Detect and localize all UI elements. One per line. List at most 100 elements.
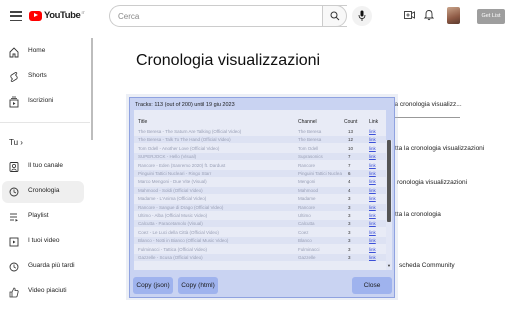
youtube-logo[interactable]: YouTube IT: [29, 10, 85, 21]
table-header: Title Channel Count Link: [134, 119, 386, 127]
sidebar-item-home[interactable]: Home: [0, 41, 90, 63]
tracks-table: Title Channel Count Link The Beresa - Th…: [134, 110, 386, 270]
track-link[interactable]: link: [369, 213, 376, 218]
track-channel: Pinguini Tattici Nucleari: [298, 171, 342, 176]
track-link[interactable]: link: [369, 154, 376, 159]
track-link[interactable]: link: [369, 205, 376, 210]
track-title: The Beresa - Talk To The Hand (Official …: [138, 137, 231, 143]
search-button[interactable]: [322, 5, 347, 27]
table-row: Rancore - Sangue di Drago (Official Vide…: [134, 203, 386, 211]
table-row: The Beresa - Talk To The Hand (Official …: [134, 136, 386, 144]
sidebar-section-you[interactable]: Tu ›: [9, 138, 23, 147]
sidebar-item-playlist[interactable]: Playlist: [0, 206, 90, 228]
track-link[interactable]: link: [369, 129, 376, 134]
track-link[interactable]: link: [369, 188, 376, 193]
hamburger-menu-icon[interactable]: [10, 11, 22, 21]
sidebar-item-shorts[interactable]: Shorts: [0, 66, 90, 88]
track-count: 3: [348, 229, 351, 235]
track-count: 3: [348, 196, 351, 202]
sidebar-item-label: Guarda più tardi: [28, 262, 75, 269]
column-count: Count: [344, 119, 358, 125]
sidebar-item-your-videos[interactable]: I tuoi video: [0, 231, 90, 253]
copy-html-button[interactable]: Copy (html): [178, 277, 218, 294]
close-button[interactable]: Close: [352, 277, 392, 294]
search-input[interactable]: Cerca: [109, 5, 347, 27]
sidebar-item-watch-later[interactable]: Guarda più tardi: [0, 256, 90, 278]
chevron-right-icon: ›: [20, 138, 23, 147]
home-icon: [9, 47, 19, 58]
track-channel: Mengoni: [298, 179, 316, 185]
track-count: 6: [348, 171, 351, 176]
logo-text: YouTube: [44, 10, 81, 21]
track-link[interactable]: link: [369, 179, 376, 184]
sidebar-item-subscriptions[interactable]: Iscrizioni: [0, 91, 90, 113]
track-channel: Rancore: [298, 162, 316, 168]
track-channel: The Beresa: [298, 129, 322, 134]
table-scrollbar[interactable]: [386, 140, 392, 270]
track-count: 10: [348, 145, 354, 151]
track-link[interactable]: link: [369, 137, 376, 142]
pause-history-link[interactable]: ronologia visualizzazioni: [397, 179, 467, 186]
table-row: Marco Mengoni - Due Vite (Visual) Mengoni…: [134, 178, 386, 185]
table-row: The Beresa - The Saturn Are Talking (Off…: [134, 128, 386, 135]
table-row: Pinguini Tattici Nucleari - Ringo Starr P…: [134, 170, 386, 177]
track-link[interactable]: link: [369, 238, 376, 243]
watch-later-icon: [9, 262, 19, 272]
track-count: 13: [348, 129, 354, 134]
page-title: Cronologia visualizzazioni: [136, 52, 321, 69]
clear-history-link[interactable]: tta la cronologia visualizzazioni: [395, 145, 484, 152]
table-row: Ultimo - Alba (Official Music Video) Ulti…: [134, 212, 386, 219]
column-link: Link: [369, 119, 379, 125]
track-link[interactable]: link: [369, 247, 376, 252]
column-channel: Channel: [298, 119, 317, 125]
create-video-icon[interactable]: [404, 10, 415, 20]
search-history-field[interactable]: la cronologia visualizz...: [393, 101, 462, 108]
table-row: Mahmood - Soldi (Official Video) Mahmood 4…: [134, 186, 386, 194]
track-link[interactable]: link: [369, 163, 376, 168]
track-count: 12: [348, 137, 354, 143]
get-list-button[interactable]: Get List: [477, 9, 505, 24]
sidebar-item-liked-videos[interactable]: Video piaciuti: [0, 281, 90, 303]
tracks-dialog: Tracks: 113 (out of 200) until 19 giu 20…: [129, 97, 395, 298]
table-row: Rancore - Eden (Sanremo 2020) ft. Dardus…: [134, 162, 386, 169]
track-link[interactable]: link: [369, 196, 376, 201]
account-avatar[interactable]: [447, 7, 460, 24]
track-link[interactable]: link: [369, 255, 376, 260]
sidebar-scrollbar[interactable]: [91, 38, 93, 140]
track-count: 3: [348, 238, 351, 244]
sidebar-item-label: Iscrizioni: [28, 97, 54, 104]
sidebar-item-your-channel[interactable]: Il tuo canale: [0, 156, 90, 178]
table-row: Gazzelle - Scusa (Official Video) Gazzell…: [134, 254, 386, 261]
sidebar: Home Shorts Iscrizioni Tu › Il tuo canal…: [0, 34, 92, 320]
your-videos-icon: [9, 237, 19, 247]
track-channel: Gazzelle: [298, 255, 316, 260]
track-channel: Ultimo: [298, 213, 311, 218]
community-tab-link[interactable]: scheda Community: [399, 262, 455, 269]
youtube-play-icon: [29, 10, 42, 21]
scroll-down-arrow-icon[interactable]: ▼: [387, 263, 391, 268]
sidebar-item-label: I tuoi video: [28, 237, 60, 244]
manage-history-link[interactable]: tta la cronologia: [395, 211, 441, 218]
track-count: 4: [348, 179, 351, 185]
track-channel: Tom Odell: [298, 145, 319, 151]
track-link[interactable]: link: [369, 146, 376, 151]
table-row: Blanco - Notti in Bianco (Official Music…: [134, 237, 386, 245]
channel-icon: [9, 162, 19, 172]
track-channel: Blanco: [298, 238, 312, 244]
sidebar-item-history[interactable]: Cronologia: [2, 181, 84, 203]
track-title: Rancore - Sangue di Drago (Official Vide…: [138, 204, 224, 210]
sidebar-item-label: Home: [28, 47, 46, 54]
voice-search-button[interactable]: [352, 6, 372, 26]
track-link[interactable]: link: [369, 171, 376, 176]
track-link[interactable]: link: [369, 230, 376, 235]
sidebar-item-label: Il tuo canale: [28, 162, 64, 169]
scrollbar-thumb[interactable]: [387, 140, 391, 222]
track-title: Blanco - Notti in Bianco (Official Music…: [138, 238, 229, 244]
track-link[interactable]: link: [369, 221, 376, 226]
sidebar-item-label: Playlist: [28, 212, 49, 219]
sidebar-item-label: Video piaciuti: [28, 287, 67, 294]
notifications-bell-icon[interactable]: [424, 9, 434, 21]
copy-json-button[interactable]: Copy (json): [133, 277, 173, 294]
table-row: Coez - Le Luci della Città (Official Vid…: [134, 229, 386, 236]
track-count: 3: [348, 213, 351, 218]
